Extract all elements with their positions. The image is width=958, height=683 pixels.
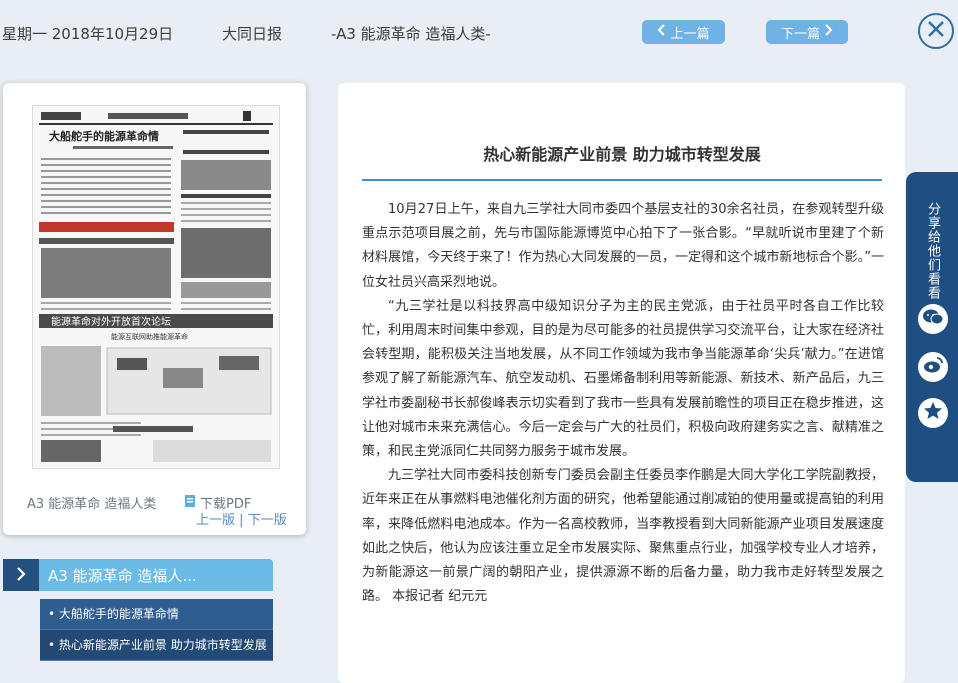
title-divider	[362, 179, 882, 181]
prev-article-label: 上一篇	[670, 26, 710, 42]
section-panel: A3 能源革命 造福人... • 大船舵手的能源革命情 • 热心新能源产业前景 …	[3, 559, 273, 665]
close-button[interactable]	[918, 13, 954, 49]
wechat-icon	[922, 308, 944, 330]
wechat-share-button[interactable]	[918, 304, 948, 334]
next-page-link[interactable]: 下一版	[248, 513, 287, 528]
page-label: A3 能源革命 造福人类	[27, 497, 157, 512]
next-article-label: 下一篇	[780, 26, 820, 42]
page-link-separator: |	[239, 513, 244, 528]
list-item[interactable]: • 热心新能源产业前景 助力城市转型发展	[40, 630, 273, 661]
article-body: 10月27日上午，来自九三学社大同市委四个基层支社的30余名社员，在参观转型升级…	[362, 198, 884, 609]
list-item[interactable]: • 大船舵手的能源革命情	[40, 599, 273, 630]
article-paragraph: 九三学社大同市委科技创新专门委员会副主任委员李作鹏是大同大学化工学院副教授，近年…	[362, 468, 884, 605]
page-thumbnail-card: 大船舵手的能源革命情 能源革命对外开放首次论坛 能源互联网助推能源革命 A3 能…	[3, 83, 306, 535]
top-bar: 星期一 2018年10月29日 大同日报 -A3 能源革命 造福人类- 上一篇 …	[0, 0, 958, 68]
weibo-icon	[922, 356, 944, 378]
list-item-label: 大船舵手的能源革命情	[58, 607, 179, 621]
thumbnail-banner: 能源革命对外开放首次论坛	[51, 315, 171, 328]
star-icon	[923, 401, 943, 425]
section-article-list: • 大船舵手的能源革命情 • 热心新能源产业前景 助力城市转型发展	[40, 599, 273, 661]
article-title: 热心新能源产业前景 助力城市转型发展	[483, 145, 761, 164]
chevron-left-icon	[657, 24, 666, 40]
thumbnail-subbanner: 能源互联网助推能源革命	[111, 332, 188, 341]
article-card: 热心新能源产业前景 助力城市转型发展 10月27日上午，来自九三学社大同市委四个…	[338, 83, 905, 683]
chevron-right-icon	[16, 566, 26, 585]
article-paragraph: 10月27日上午，来自九三学社大同市委四个基层支社的30余名社员，在参观转型升级…	[362, 202, 884, 290]
newspaper-page-image: 大船舵手的能源革命情 能源革命对外开放首次论坛 能源互联网助推能源革命	[33, 106, 279, 468]
pdf-icon	[183, 494, 197, 512]
newspaper-page-thumbnail[interactable]: 大船舵手的能源革命情 能源革命对外开放首次论坛 能源互联网助推能源革命	[32, 105, 280, 469]
share-sidebar: 分享给他们看看	[906, 172, 958, 482]
article-paragraph: “九三学社是以科技界高中级知识分子为主的民主党派，由于社员平时各自工作比较忙，利…	[362, 298, 884, 460]
list-item-label: 热心新能源产业前景 助力城市转型发展	[58, 638, 267, 652]
chevron-right-icon	[824, 24, 833, 40]
page-navigation: 上一版 | 下一版	[196, 509, 287, 528]
prev-page-link[interactable]: 上一版	[196, 513, 235, 528]
favorite-share-button[interactable]	[918, 398, 948, 428]
share-label: 分享给他们看看	[925, 202, 940, 300]
section-name: -A3 能源革命 造福人类-	[331, 25, 491, 43]
next-article-button[interactable]: 下一篇	[766, 20, 848, 44]
section-toggle[interactable]	[3, 559, 39, 591]
paper-name: 大同日报	[222, 25, 283, 43]
close-icon	[926, 19, 946, 43]
section-header[interactable]: A3 能源革命 造福人...	[3, 559, 273, 591]
weibo-share-button[interactable]	[918, 352, 948, 382]
issue-date: 星期一 2018年10月29日	[2, 25, 174, 43]
prev-article-button[interactable]: 上一篇	[642, 20, 725, 44]
section-title: A3 能源革命 造福人...	[48, 567, 197, 585]
thumbnail-headline: 大船舵手的能源革命情	[49, 129, 159, 143]
